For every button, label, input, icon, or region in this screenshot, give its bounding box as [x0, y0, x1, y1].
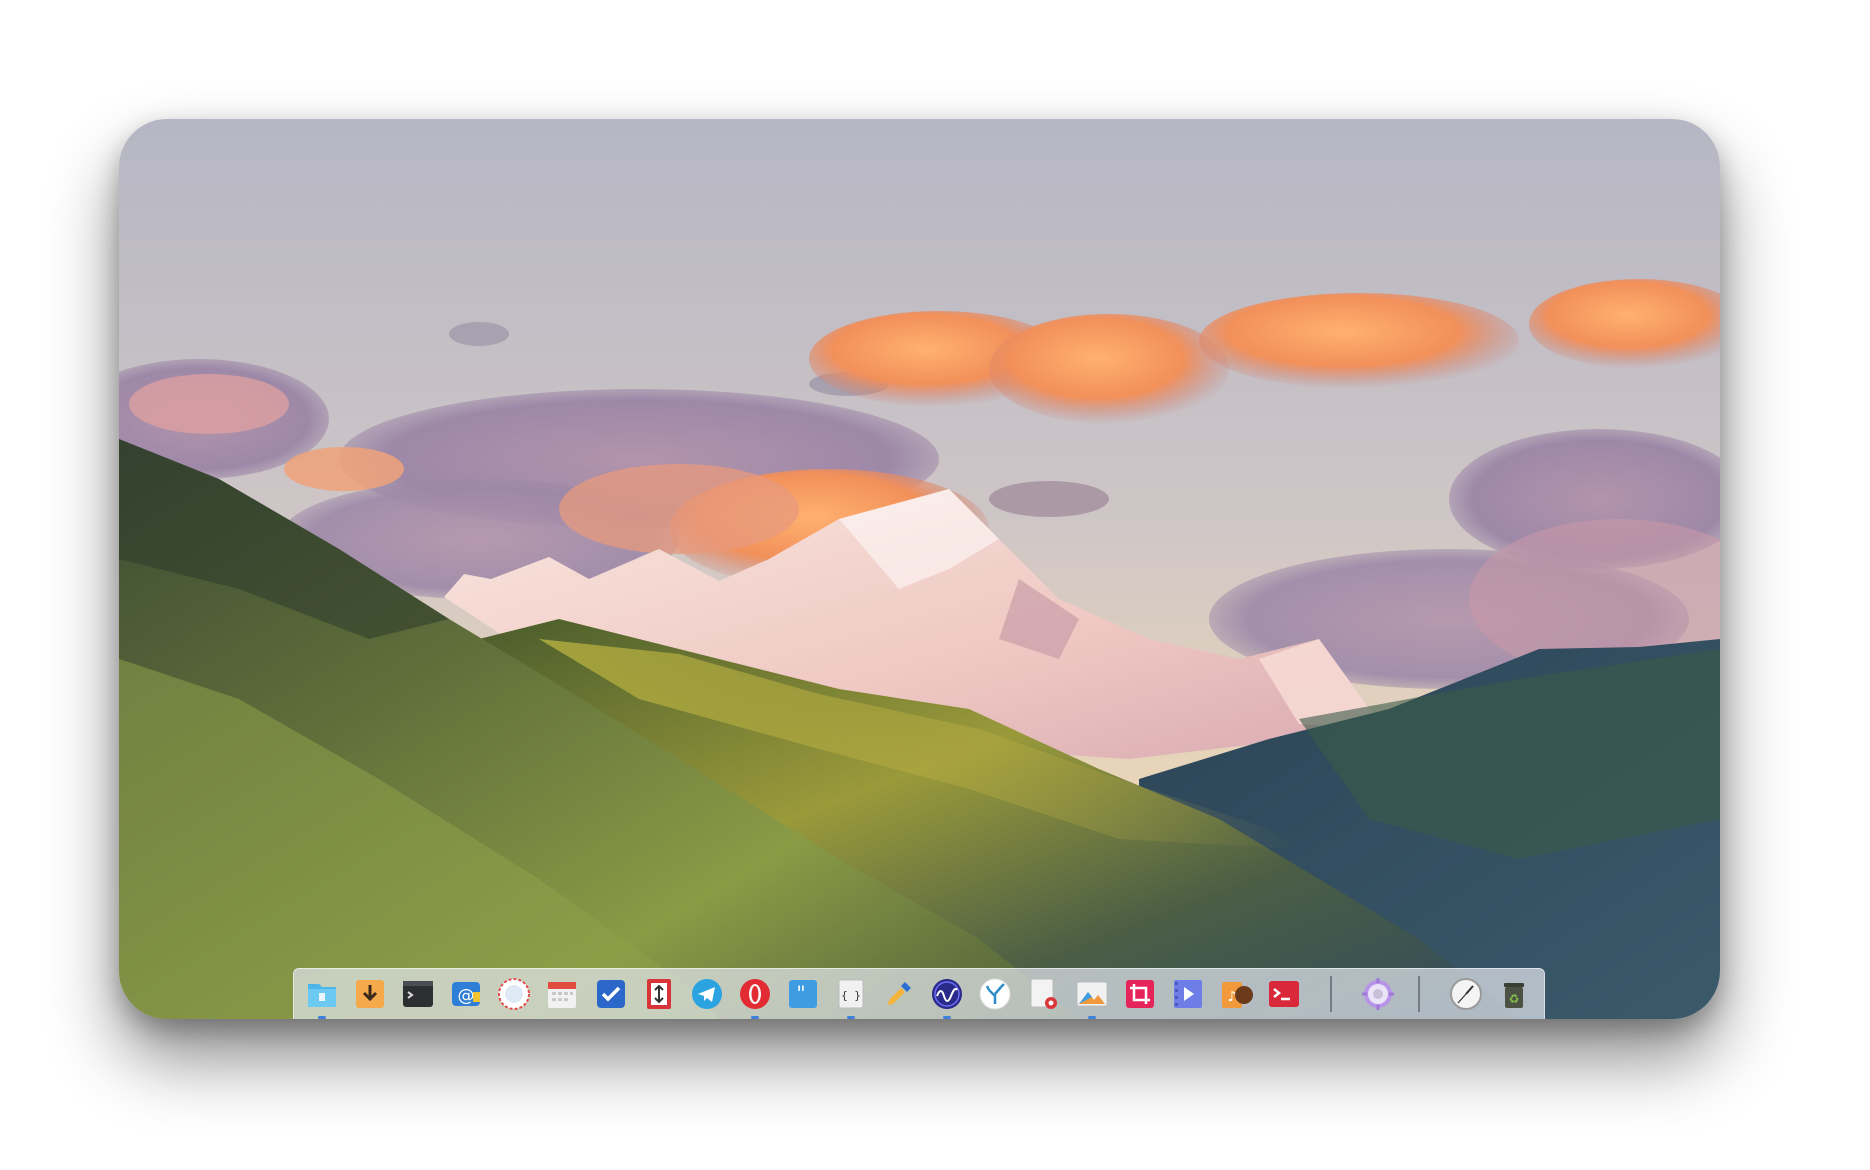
desktop-screen [119, 119, 1720, 1019]
clock-launcher[interactable] [1448, 976, 1484, 1012]
terminal-launcher[interactable] [400, 976, 436, 1012]
video-player-icon [1170, 976, 1206, 1012]
todo-launcher[interactable] [593, 976, 629, 1012]
dock-separator [1418, 976, 1421, 1012]
running-indicator [847, 1016, 856, 1019]
document-viewer-launcher[interactable] [1025, 976, 1061, 1012]
calendar-icon [544, 976, 580, 1012]
music-player-icon [1218, 976, 1254, 1012]
opera-launcher[interactable] [737, 976, 773, 1019]
color-picker-icon [881, 976, 917, 1012]
coral-app-launcher[interactable] [977, 976, 1013, 1012]
clock-icon [1448, 976, 1484, 1012]
color-picker-launcher[interactable] [881, 976, 917, 1012]
music-player-launcher[interactable] [1218, 976, 1254, 1012]
dock-separator [1329, 976, 1332, 1012]
document-viewer-icon [1025, 976, 1061, 1012]
downloader-icon [352, 976, 388, 1012]
quote-launcher[interactable] [785, 976, 821, 1012]
settings-icon [1360, 976, 1396, 1012]
downloader-launcher[interactable] [352, 976, 388, 1012]
remote-terminal-launcher[interactable] [1266, 976, 1302, 1012]
video-player-launcher[interactable] [1170, 976, 1206, 1012]
crop-tool-icon [1122, 976, 1158, 1012]
quote-icon [785, 976, 821, 1012]
running-indicator [318, 1016, 326, 1019]
browser-icon [496, 976, 532, 1012]
settings-launcher[interactable] [1360, 976, 1396, 1012]
telegram-launcher[interactable] [689, 976, 725, 1012]
transfer-icon [641, 976, 677, 1012]
coral-app-icon [977, 976, 1013, 1012]
remote-terminal-icon [1266, 976, 1302, 1012]
running-indicator [1087, 1016, 1096, 1019]
terminal-icon [400, 976, 436, 1012]
audio-editor-launcher[interactable] [929, 976, 965, 1019]
calendar-launcher[interactable] [544, 976, 580, 1012]
todo-icon [593, 976, 629, 1012]
opera-icon [737, 976, 773, 1012]
mail-icon [448, 976, 484, 1012]
file-manager-launcher[interactable] [304, 976, 340, 1019]
image-viewer-launcher[interactable] [1074, 976, 1110, 1019]
code-editor-launcher[interactable] [833, 976, 869, 1019]
wallpaper [119, 119, 1720, 1019]
telegram-icon [689, 976, 725, 1012]
code-editor-icon [833, 976, 869, 1012]
running-indicator [943, 1016, 952, 1019]
browser-launcher[interactable] [496, 976, 532, 1012]
crop-tool-launcher[interactable] [1122, 976, 1158, 1012]
trash-launcher[interactable] [1496, 976, 1532, 1012]
dock [293, 968, 1545, 1019]
mail-launcher[interactable] [448, 976, 484, 1012]
running-indicator [750, 1016, 759, 1019]
file-manager-icon [304, 976, 340, 1012]
transfer-launcher[interactable] [641, 976, 677, 1012]
image-viewer-icon [1074, 976, 1110, 1012]
audio-editor-icon [929, 976, 965, 1012]
trash-icon [1496, 976, 1532, 1012]
